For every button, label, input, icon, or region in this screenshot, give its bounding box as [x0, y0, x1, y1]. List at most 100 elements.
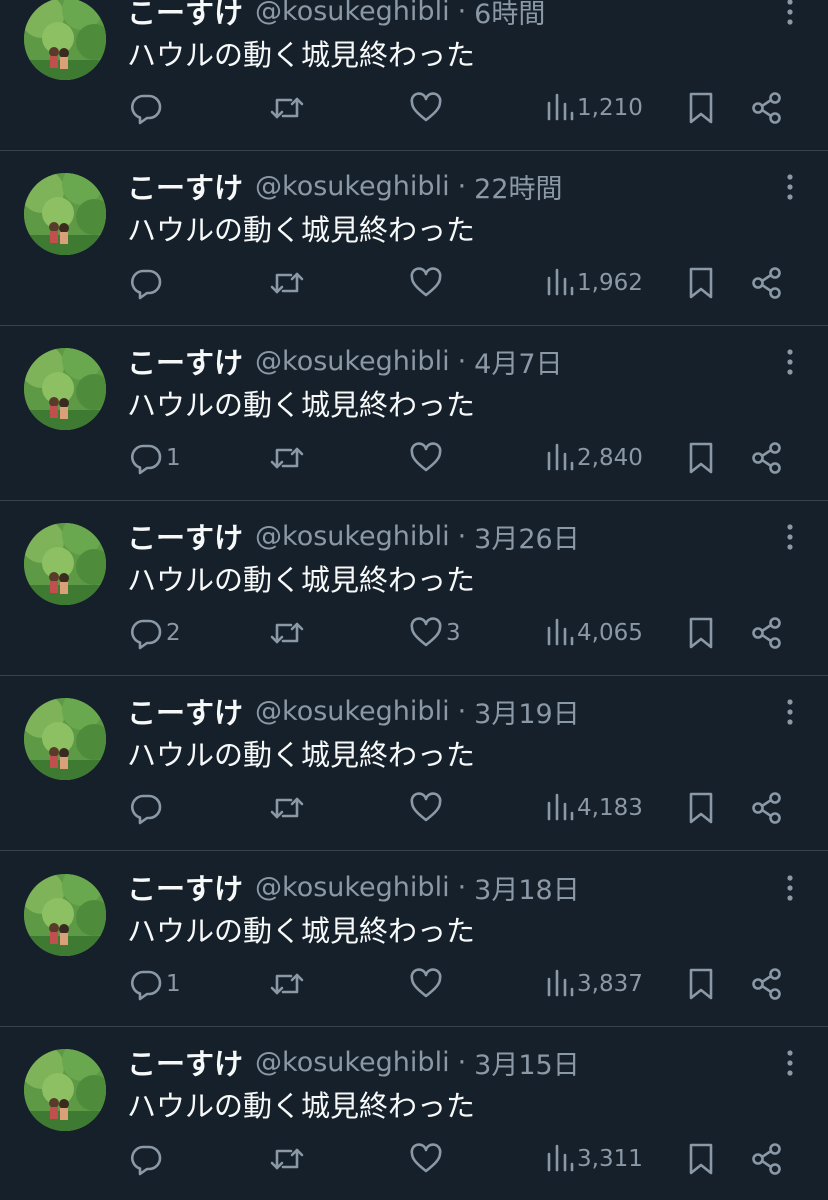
user-handle[interactable]: @kosukeghibli: [255, 696, 450, 727]
tweet-header: こーすけ @kosukeghibli · 3月15日: [127, 1040, 580, 1084]
retweet-button[interactable]: [269, 786, 308, 830]
more-vertical-icon[interactable]: [778, 348, 802, 376]
more-vertical-icon[interactable]: [778, 173, 802, 201]
action-bar: 3,311: [0, 1137, 828, 1181]
display-name[interactable]: こーすけ: [127, 1041, 243, 1083]
display-name[interactable]: こーすけ: [127, 866, 243, 908]
views-button[interactable]: 1,962: [546, 261, 643, 305]
like-button[interactable]: 3: [409, 611, 461, 655]
bookmark-button[interactable]: [686, 86, 716, 130]
bookmark-button[interactable]: [686, 261, 716, 305]
retweet-button[interactable]: [269, 436, 308, 480]
bookmark-button[interactable]: [686, 436, 716, 480]
share-button[interactable]: [751, 86, 783, 130]
tweet[interactable]: こーすけ @kosukeghibli · 3月26日 ハウルの動く城見終わった …: [0, 501, 828, 676]
reply-button[interactable]: [129, 786, 166, 830]
bar-chart-icon: [547, 443, 574, 471]
views-count: 1,210: [577, 95, 643, 121]
heart-icon: [410, 968, 442, 998]
reply-button[interactable]: [129, 86, 166, 130]
reply-count: 1: [166, 971, 181, 997]
timestamp[interactable]: 4月7日: [474, 342, 562, 381]
share-button[interactable]: [751, 786, 783, 830]
avatar[interactable]: [24, 698, 106, 780]
avatar[interactable]: [24, 874, 106, 956]
share-button[interactable]: [751, 261, 783, 305]
timestamp[interactable]: 3月15日: [474, 1043, 580, 1082]
user-handle[interactable]: @kosukeghibli: [255, 1047, 450, 1078]
bookmark-button[interactable]: [686, 962, 716, 1006]
views-button[interactable]: 3,311: [546, 1137, 643, 1181]
reply-count: 1: [166, 445, 181, 471]
bookmark-icon: [689, 267, 713, 299]
display-name[interactable]: こーすけ: [127, 515, 243, 557]
views-button[interactable]: 3,837: [546, 962, 643, 1006]
like-button[interactable]: [409, 962, 446, 1006]
display-name[interactable]: こーすけ: [127, 340, 243, 382]
retweet-button[interactable]: [269, 962, 308, 1006]
like-button[interactable]: [409, 1137, 446, 1181]
display-name[interactable]: こーすけ: [127, 0, 243, 32]
timestamp[interactable]: 22時間: [474, 167, 562, 206]
display-name[interactable]: こーすけ: [127, 690, 243, 732]
tweet-text: ハウルの動く城見終わった: [127, 388, 476, 422]
share-button[interactable]: [751, 436, 783, 480]
bookmark-button[interactable]: [686, 786, 716, 830]
views-button[interactable]: 2,840: [546, 436, 643, 480]
separator-dot: ·: [457, 871, 467, 903]
more-vertical-icon[interactable]: [778, 0, 802, 26]
bar-chart-icon: [547, 969, 574, 997]
timestamp[interactable]: 3月18日: [474, 868, 580, 907]
retweet-button[interactable]: [269, 611, 308, 655]
tweet[interactable]: こーすけ @kosukeghibli · 3月19日 ハウルの動く城見終わった: [0, 676, 828, 851]
more-vertical-icon[interactable]: [778, 698, 802, 726]
bookmark-button[interactable]: [686, 611, 716, 655]
display-name[interactable]: こーすけ: [127, 165, 243, 207]
separator-dot: ·: [457, 345, 467, 377]
reply-button[interactable]: 1: [129, 962, 181, 1006]
user-handle[interactable]: @kosukeghibli: [255, 0, 450, 27]
tweet[interactable]: こーすけ @kosukeghibli · 3月15日 ハウルの動く城見終わった: [0, 1027, 828, 1200]
views-button[interactable]: 1,210: [546, 86, 643, 130]
share-button[interactable]: [751, 962, 783, 1006]
bookmark-button[interactable]: [686, 1137, 716, 1181]
tweet[interactable]: こーすけ @kosukeghibli · 22時間 ハウルの動く城見終わった 1…: [0, 151, 828, 326]
action-bar: 1,962: [0, 261, 828, 305]
avatar[interactable]: [24, 1049, 106, 1131]
like-button[interactable]: [409, 261, 446, 305]
user-handle[interactable]: @kosukeghibli: [255, 171, 450, 202]
bookmark-icon: [689, 968, 713, 1000]
avatar[interactable]: [24, 173, 106, 255]
tweet[interactable]: こーすけ @kosukeghibli · 6時間 ハウルの動く城見終わった 1,…: [0, 0, 828, 151]
retweet-button[interactable]: [269, 1137, 308, 1181]
reply-button[interactable]: 2: [129, 611, 181, 655]
reply-button[interactable]: [129, 1137, 166, 1181]
views-button[interactable]: 4,065: [546, 611, 643, 655]
timestamp[interactable]: 6時間: [474, 0, 545, 31]
user-handle[interactable]: @kosukeghibli: [255, 872, 450, 903]
avatar[interactable]: [24, 523, 106, 605]
share-icon: [752, 617, 781, 649]
timestamp[interactable]: 3月26日: [474, 517, 580, 556]
more-vertical-icon[interactable]: [778, 1049, 802, 1077]
bar-chart-icon: [547, 268, 574, 296]
like-button[interactable]: [409, 786, 446, 830]
like-button[interactable]: [409, 436, 446, 480]
avatar[interactable]: [24, 0, 106, 80]
avatar[interactable]: [24, 348, 106, 430]
reply-button[interactable]: 1: [129, 436, 181, 480]
views-button[interactable]: 4,183: [546, 786, 643, 830]
share-button[interactable]: [751, 611, 783, 655]
reply-button[interactable]: [129, 261, 166, 305]
tweet[interactable]: こーすけ @kosukeghibli · 3月18日 ハウルの動く城見終わった …: [0, 852, 828, 1027]
share-button[interactable]: [751, 1137, 783, 1181]
timestamp[interactable]: 3月19日: [474, 692, 580, 731]
retweet-button[interactable]: [269, 86, 308, 130]
user-handle[interactable]: @kosukeghibli: [255, 521, 450, 552]
retweet-button[interactable]: [269, 261, 308, 305]
more-vertical-icon[interactable]: [778, 523, 802, 551]
tweet[interactable]: こーすけ @kosukeghibli · 4月7日 ハウルの動く城見終わった 1: [0, 326, 828, 501]
user-handle[interactable]: @kosukeghibli: [255, 346, 450, 377]
like-button[interactable]: [409, 86, 446, 130]
more-vertical-icon[interactable]: [778, 874, 802, 902]
